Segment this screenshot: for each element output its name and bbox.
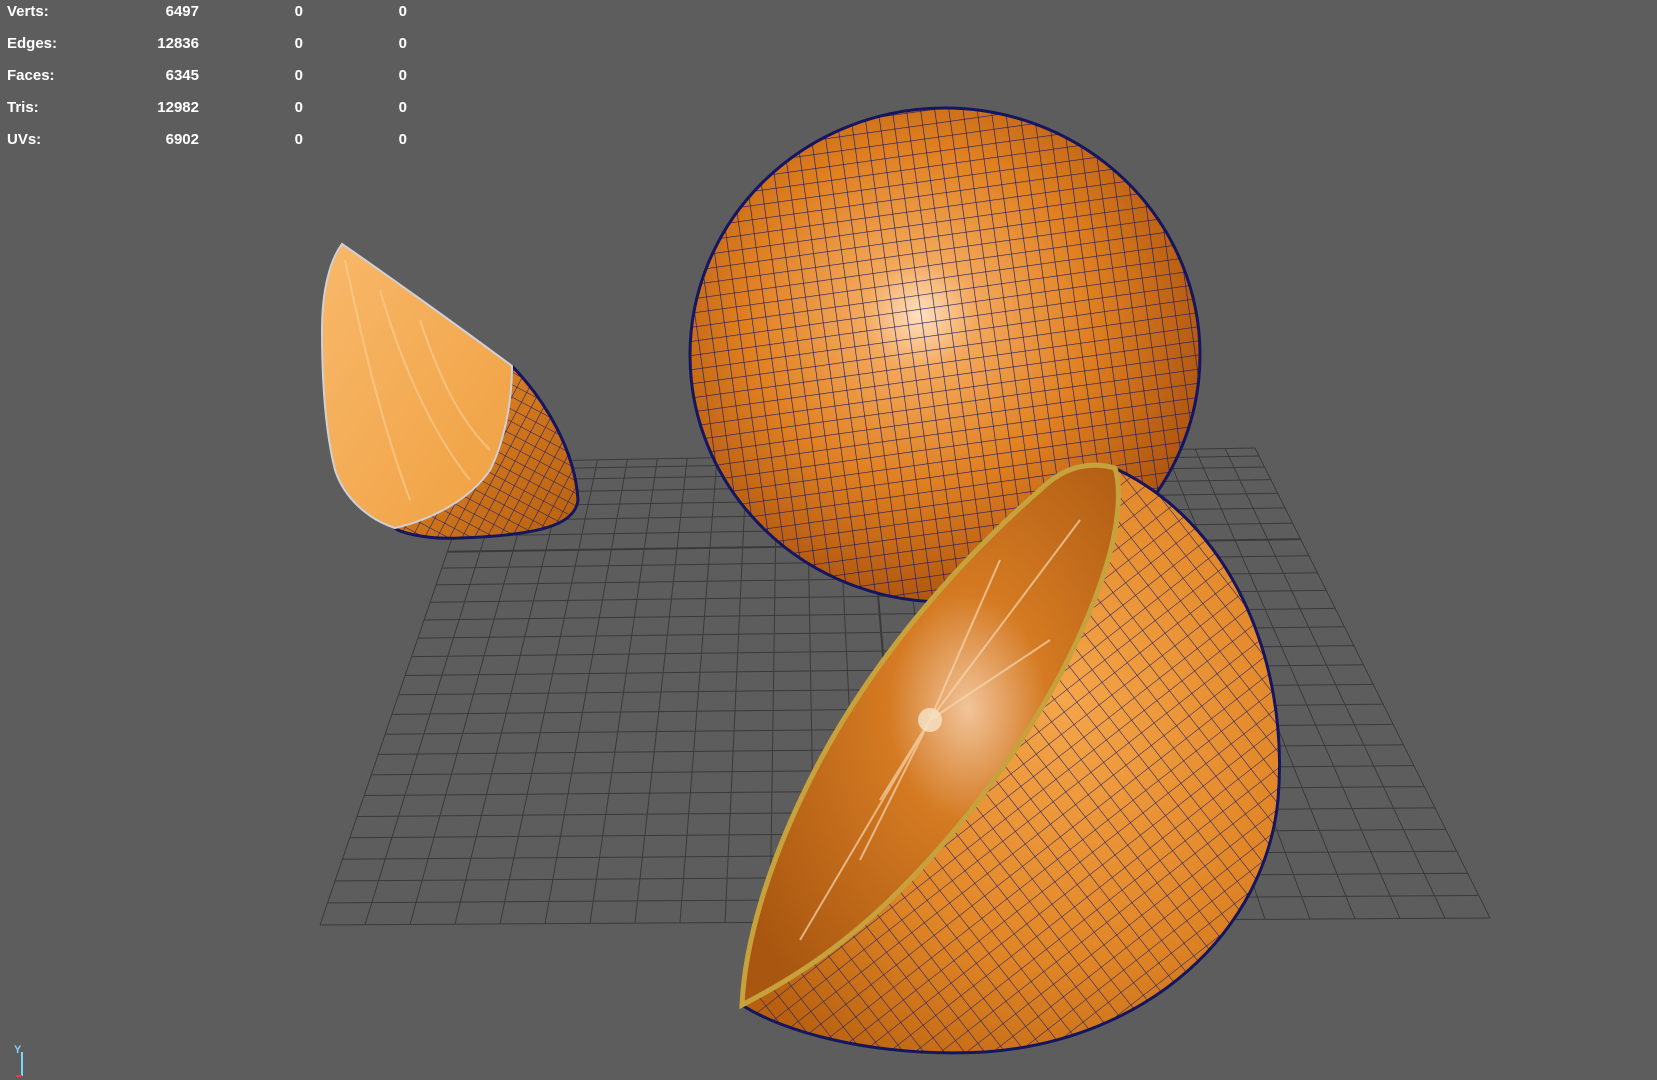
axis-y-label: Y <box>14 1044 22 1056</box>
orange-wedge[interactable] <box>320 242 600 550</box>
scene-render[interactable] <box>0 0 1657 1080</box>
3d-viewport[interactable]: Verts: 6497 0 0 Edges: 12836 0 0 Faces: … <box>0 0 1657 1080</box>
